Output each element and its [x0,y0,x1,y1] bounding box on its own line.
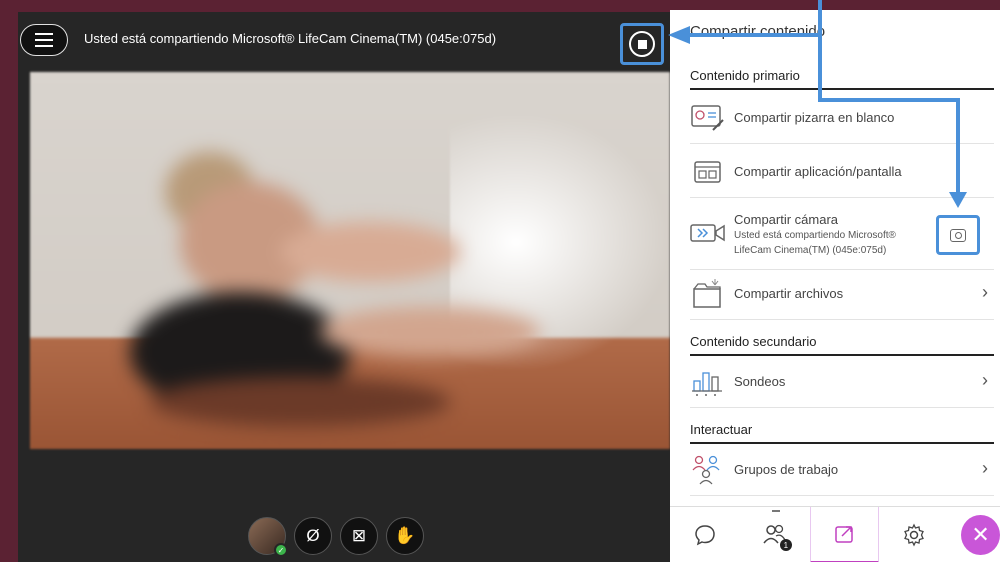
share-camera-label: Compartir cámara [734,212,839,227]
session-topbar: Usted está compartiendo Microsoft® LifeC… [18,12,670,68]
gear-icon [904,523,925,547]
camera-toggle-button[interactable]: ⊠ [340,517,378,555]
polls-row[interactable]: Sondeos › [690,356,994,408]
arrowhead-down-icon [949,192,967,208]
annotation-arrow-horizontal-top [690,33,820,37]
folder-icon [690,278,726,309]
share-files-row[interactable]: Compartir archivos › [690,268,994,320]
camera-video-feed [30,72,670,449]
blurred-person-image [130,152,540,427]
section-secondary-content: Contenido secundario [690,334,994,356]
close-panel-button[interactable]: ✕ [961,515,1000,555]
chevron-right-icon: › [982,458,988,478]
camera-icon [690,218,726,248]
camera-off-icon: ⊠ [351,526,367,545]
camera-status-line-1: Usted está compartiendo Microsoft® [734,230,896,241]
mic-off-icon: Ø [306,526,320,545]
share-application-row[interactable]: Compartir aplicación/pantalla [690,146,994,198]
groups-icon [690,455,726,485]
share-camera-row[interactable]: Compartir cámara Usted está compartiendo… [690,200,994,270]
chevron-right-icon: › [982,282,988,302]
raise-hand-button[interactable]: ✋ [386,517,424,555]
stop-share-icon [629,31,655,57]
tab-chat[interactable] [670,507,740,562]
chevron-right-icon: › [982,370,988,390]
annotation-arrow-vertical-1 [818,0,822,102]
whiteboard-icon [690,103,726,133]
menu-button[interactable] [20,24,68,56]
poll-chart-icon [690,367,726,397]
share-content-panel: Compartir contenido Contenido primario C… [670,10,1000,562]
session-area: Usted está compartiendo Microsoft® LifeC… [18,12,670,562]
sharing-status-text: Usted está compartiendo Microsoft® LifeC… [84,31,497,46]
camera-status-line-2: LifeCam Cinema(TM) (045e:075d) [734,245,887,256]
session-controls: ✓ Ø ⊠ ✋ [248,517,424,557]
breakout-groups-label: Grupos de trabajo [734,462,839,477]
microphone-button[interactable]: Ø [294,517,332,555]
switch-camera-button[interactable] [936,215,980,255]
tab-participants[interactable]: 1 [740,507,810,562]
panel-tabbar: 1 ✕ [670,506,1000,562]
tab-settings[interactable] [879,507,949,562]
annotation-arrow-horizontal-mid [818,98,960,102]
polls-label: Sondeos [734,374,786,389]
arrowhead-left-icon [668,26,690,44]
share-whiteboard-label: Compartir pizarra en blanco [734,110,895,125]
close-icon: ✕ [971,522,990,547]
panel-title: Compartir contenido [690,23,826,40]
avatar-button[interactable]: ✓ [248,517,288,557]
participants-badge: 1 [779,539,792,551]
section-interact: Interactuar [690,422,994,444]
annotation-arrow-vertical-2 [956,98,960,196]
section-primary-content: Contenido primario [690,68,994,90]
chat-bubble-icon [695,525,715,546]
status-ok-icon: ✓ [274,543,288,557]
hand-icon: ✋ [394,526,416,545]
hamburger-icon [35,33,53,35]
camera-switch-icon [950,228,966,242]
share-icon [834,526,853,543]
share-application-label: Compartir aplicación/pantalla [734,164,902,179]
share-files-label: Compartir archivos [734,286,844,301]
tab-share-content[interactable] [809,507,880,562]
application-window-icon [690,157,726,187]
breakout-groups-row[interactable]: Grupos de trabajo › [690,444,994,496]
stop-sharing-button[interactable] [620,23,664,65]
